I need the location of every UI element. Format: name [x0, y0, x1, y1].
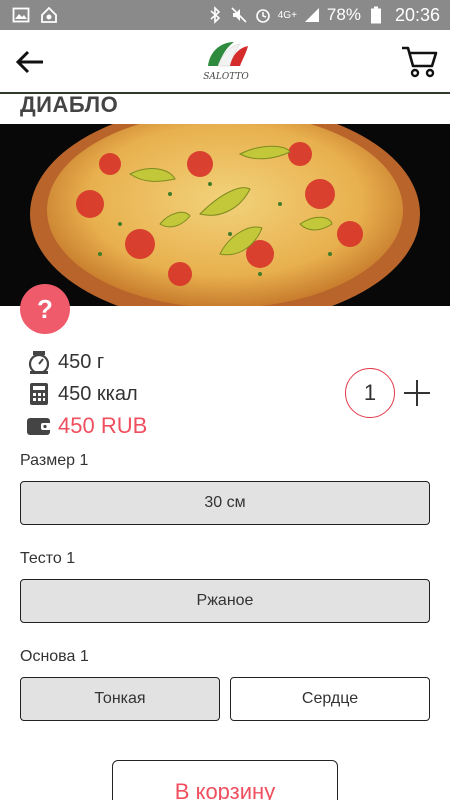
weight-row: 450 г	[26, 346, 147, 378]
price-value: 450 RUB	[58, 413, 148, 438]
product-info: 450 г 450 ккал 450 RUB	[26, 346, 147, 442]
weight-value: 450 г	[58, 350, 105, 373]
logo: SALOTTO	[200, 36, 252, 86]
base-label: Основа 1	[20, 648, 89, 665]
wallet-icon	[26, 413, 52, 439]
plus-icon	[404, 380, 430, 406]
mute-icon	[230, 6, 248, 24]
add-to-cart-button[interactable]: В корзину	[112, 760, 338, 800]
signal-icon	[303, 6, 321, 24]
size-option-30[interactable]: 30 см	[20, 481, 430, 525]
dough-option-rye[interactable]: Ржаное	[20, 579, 430, 623]
clock: 20:36	[394, 4, 440, 25]
help-button[interactable]: ?	[20, 284, 70, 334]
cart-icon	[402, 46, 438, 78]
logo-text: SALOTTO	[203, 72, 249, 82]
battery-icon	[367, 6, 385, 24]
price-row: 450 RUB	[26, 410, 147, 442]
back-arrow-icon	[15, 50, 43, 74]
scale-icon	[26, 349, 52, 375]
size-label: Размер 1	[20, 452, 89, 469]
base-option-heart[interactable]: Сердце	[230, 677, 430, 721]
base-option-thin[interactable]: Тонкая	[20, 677, 220, 721]
dough-label: Тесто 1	[20, 550, 76, 567]
battery-level: 78%	[326, 5, 361, 24]
bluetooth-icon	[206, 6, 224, 24]
calories-value: 450 ккал	[58, 382, 138, 405]
product-image	[0, 124, 450, 306]
image-icon	[12, 6, 30, 24]
cart-button[interactable]	[400, 44, 438, 80]
status-bar: 4G+ 78% 20:36	[0, 0, 450, 30]
calories-row: 450 ккал	[26, 378, 147, 410]
back-button[interactable]	[14, 46, 46, 78]
product-title: ДИАБЛО	[20, 92, 119, 117]
calculator-icon	[26, 381, 52, 407]
alarm-icon	[254, 6, 272, 24]
home-icon	[40, 6, 58, 24]
network-type: 4G+	[277, 9, 297, 21]
increase-quantity-button[interactable]	[402, 378, 432, 408]
quantity-display: 1	[345, 368, 395, 418]
app-bar: SALOTTO	[0, 30, 450, 94]
